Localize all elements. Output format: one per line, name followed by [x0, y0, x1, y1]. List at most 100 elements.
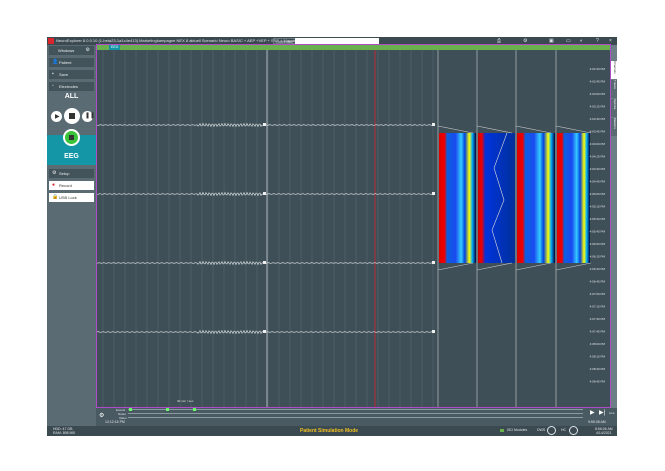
channel-handle: [263, 261, 266, 264]
time-label: 4:03:15 PM: [590, 105, 606, 109]
right-tabs: Channels Traces Spectra Markers: [611, 45, 617, 408]
setup-button[interactable]: ⚙ Setup: [49, 169, 94, 178]
setup-label: Setup: [59, 171, 70, 176]
time-label: 4:07:30 PM: [590, 317, 606, 321]
lock-icon: 🔒: [52, 194, 59, 200]
time-label: 4:04:00 PM: [590, 142, 606, 146]
stop-icon: [69, 113, 75, 119]
time-label: 4:06:15 PM: [590, 255, 606, 259]
date: 4/14/2021: [596, 431, 612, 435]
time-label: 4:04:30 PM: [590, 167, 606, 171]
app-window: NeuroExplorer 8.0.0.10 (1-beta23-1a1c4e4…: [47, 37, 617, 436]
save-button[interactable]: ▪ Save: [49, 70, 94, 79]
gear-icon: ⚙: [52, 170, 57, 176]
notes-track[interactable]: [128, 413, 583, 414]
time-label: 4:07:00 PM: [590, 292, 606, 296]
tab-spectra[interactable]: Spectra: [611, 99, 617, 117]
time-label: 4:02:45 PM: [590, 80, 606, 84]
events-track[interactable]: [128, 409, 583, 410]
event-marker[interactable]: [129, 408, 132, 411]
map-connector: [476, 262, 513, 271]
pause-icon: ❚❚: [85, 113, 96, 119]
event-marker[interactable]: [193, 408, 196, 411]
time-label: 4:04:45 PM: [590, 180, 606, 184]
eeg-record-button[interactable]: [63, 129, 80, 146]
stop-icon: [69, 135, 74, 140]
skip-end-icon[interactable]: ▶|: [599, 409, 605, 416]
time-label: 4:07:45 PM: [590, 330, 606, 334]
all-label: ALL: [64, 93, 79, 100]
eeg-label: EEG: [64, 153, 79, 160]
map-connector: [555, 262, 592, 271]
patient-button[interactable]: 👤 Patient: [49, 58, 94, 67]
record-button[interactable]: ● Record: [49, 181, 94, 190]
sidebar: Windows ⚙ 👤 Patient ▪ Save ▫ Electrodes ALL …: [47, 45, 96, 426]
eeg-traces: 4:02:30 PM 4:02:45 PM 4:03:00 PM 4:03:15 PM…: [97, 50, 606, 407]
time-label: 4:08:15 PM: [590, 355, 606, 359]
gear-icon[interactable]: ⚙: [86, 46, 90, 55]
time-label: 4:06:45 PM: [590, 280, 606, 284]
channel-handle: [263, 330, 266, 333]
time-label: 4:07:15 PM: [590, 305, 606, 309]
electrodes-button[interactable]: ▫ Electrodes: [49, 82, 94, 91]
hc-gauge: [569, 426, 578, 435]
usb-lock-label: USB Lock: [59, 195, 77, 200]
eeg-view[interactable]: EEG 4:02:30 PM 4:02:45 PM 4:03:00 PM 4:03:1…: [96, 44, 611, 408]
tab-channels[interactable]: Channels: [611, 61, 617, 79]
iso-modules[interactable]: ISO Modules: [507, 428, 527, 432]
channel-handle: [432, 261, 435, 264]
stop-button[interactable]: [64, 108, 80, 124]
time-label: 4:08:45 PM: [590, 380, 606, 384]
play-button[interactable]: ▶: [51, 111, 62, 122]
time-label: 4:03:45 PM: [590, 130, 606, 134]
record-icon: ●: [52, 182, 56, 188]
time-label: 4:08:00 PM: [590, 342, 606, 346]
status-bar: HDD: 47 GB RAM: 898 MB Patient Simulatio…: [47, 426, 617, 436]
usb-lock-button[interactable]: 🔒 USB Lock: [49, 193, 94, 202]
record-label: Record: [59, 183, 72, 188]
live-time: 9:55:38 AM: [588, 420, 606, 424]
hc-label: HC: [561, 428, 567, 432]
dws-label: DWS: [537, 428, 546, 432]
patient-label: Patient: [59, 60, 72, 65]
channel-handle: [263, 192, 266, 195]
map-connector: [515, 125, 552, 134]
time-label: 4:05:15 PM: [590, 205, 606, 209]
simulation-mode: Patient Simulation Mode: [300, 428, 359, 434]
save-icon: ▪: [52, 71, 54, 77]
timeline-panel: ⚙ Events Notes Video 12:12:15 PM ▶ ▶| Li…: [96, 408, 617, 426]
tab-traces[interactable]: Traces: [611, 80, 617, 98]
dws-gauge: [547, 426, 556, 435]
time-label: 4:05:30 PM: [590, 217, 606, 221]
spectrogram: [439, 133, 476, 263]
map-connector: [437, 125, 474, 134]
time-label: 4:06:30 PM: [590, 267, 606, 271]
windows-label: Windows: [58, 48, 75, 53]
spectrogram: [557, 133, 590, 263]
person-icon: 👤: [52, 59, 59, 65]
spectrogram: [478, 133, 515, 263]
map-connector: [515, 262, 552, 271]
time-label: 4:05:00 PM: [590, 192, 606, 196]
time-label: 4:04:15 PM: [590, 155, 606, 159]
ram-status: RAM: 898 MB: [53, 431, 75, 435]
video-track[interactable]: [128, 417, 583, 418]
time-label: 4:08:30 PM: [590, 367, 606, 371]
time-label: 4:06:00 PM: [590, 242, 606, 246]
spectrogram: [517, 133, 555, 263]
pause-button[interactable]: ❚❚: [82, 111, 96, 122]
app-logo: [48, 38, 54, 44]
windows-button[interactable]: Windows ⚙: [49, 46, 94, 55]
event-marker[interactable]: [166, 408, 169, 411]
electrodes-icon: ▫: [52, 83, 54, 89]
map-connector: [555, 125, 592, 134]
scale-label: 30 mm / sec: [177, 399, 194, 403]
gear-icon[interactable]: ⚙: [99, 412, 104, 419]
play-icon[interactable]: ▶: [590, 409, 595, 416]
tab-markers[interactable]: Markers: [611, 118, 617, 136]
map-connector: [476, 125, 513, 134]
channel-handle: [263, 123, 266, 126]
live-button[interactable]: Live: [609, 411, 615, 415]
channel-handle: [432, 192, 435, 195]
play-icon: ▶: [55, 114, 60, 120]
